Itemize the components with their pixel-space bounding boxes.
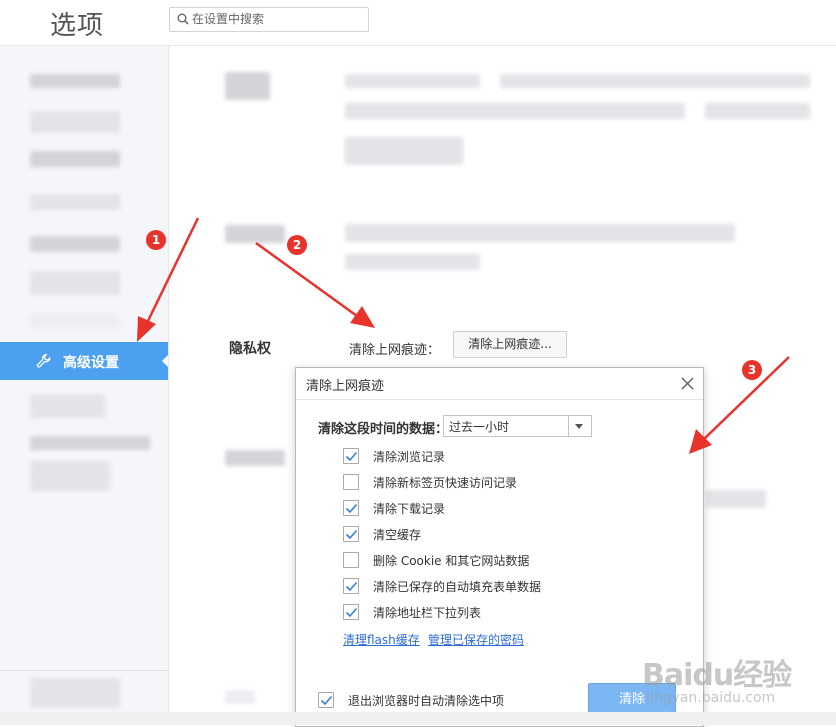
setting-text-blurred [500, 74, 810, 88]
setting-text-blurred [225, 690, 255, 704]
time-range-select[interactable]: 过去一小时 [443, 415, 592, 437]
checkbox[interactable] [343, 500, 359, 516]
option-clear-newtab-records[interactable]: 清除新标签页快速访问记录 [343, 474, 643, 494]
wrench-icon [36, 353, 51, 368]
sidebar-item-blurred[interactable] [30, 394, 105, 418]
setting-label-blurred [225, 450, 285, 466]
sidebar-item-blurred[interactable] [30, 194, 120, 210]
watermark-logo: Baidu经验 [642, 658, 792, 693]
page-title: 选项 [50, 11, 105, 41]
setting-text-blurred [345, 137, 463, 165]
dialog-title-bar: 清除上网痕迹 [296, 368, 703, 400]
option-label: 清除下载记录 [373, 502, 446, 516]
option-label: 清除新标签页快速访问记录 [373, 476, 518, 490]
bottom-scroll-area [0, 712, 836, 725]
sidebar-item-blurred[interactable] [30, 111, 120, 133]
setting-label-blurred [225, 225, 285, 243]
sidebar-item-advanced-settings[interactable]: 高级设置 [0, 342, 168, 380]
chevron-down-icon [575, 424, 583, 429]
sidebar-item-blurred[interactable] [30, 236, 120, 252]
sidebar-item-blurred[interactable] [30, 678, 120, 708]
option-clear-history[interactable]: 清除浏览记录 [343, 448, 643, 468]
arrowhead-step-2 [350, 306, 375, 328]
option-label: 清除已保存的自动填充表单数据 [373, 580, 542, 594]
checkbox[interactable] [343, 448, 359, 464]
check-icon [345, 451, 358, 462]
active-indicator [162, 355, 168, 367]
setting-text-blurred [345, 224, 735, 242]
arrow-step-2 [255, 241, 358, 318]
auto-clear-on-exit[interactable]: 退出浏览器时自动清除选中项 [318, 692, 578, 712]
option-clear-autofill[interactable]: 清除已保存的自动填充表单数据 [343, 578, 643, 598]
time-range-value: 过去一小时 [449, 420, 510, 434]
check-icon [345, 503, 358, 514]
option-clear-cache[interactable]: 清空缓存 [343, 526, 643, 546]
sidebar-item-blurred[interactable] [30, 461, 110, 491]
option-label: 清除浏览记录 [373, 450, 446, 464]
setting-text-blurred [345, 254, 480, 270]
option-delete-cookies[interactable]: 删除 Cookie 和其它网站数据 [343, 552, 643, 572]
clear-trace-label: 清除上网痕迹： [349, 343, 441, 358]
search-box[interactable] [169, 7, 369, 32]
search-input[interactable] [192, 10, 362, 28]
watermark-url: jingyan.baidu.com [646, 690, 776, 706]
setting-label-blurred [225, 72, 270, 100]
sidebar-item-blurred[interactable] [30, 271, 120, 295]
step-badge-2: 2 [287, 235, 307, 255]
auto-clear-label: 退出浏览器时自动清除选中项 [348, 694, 505, 708]
checkbox[interactable] [343, 526, 359, 542]
close-icon[interactable] [681, 377, 694, 390]
option-clear-downloads[interactable]: 清除下载记录 [343, 500, 643, 520]
checkbox[interactable] [343, 604, 359, 620]
option-label: 删除 Cookie 和其它网站数据 [373, 554, 530, 568]
search-icon [177, 13, 189, 25]
setting-text-blurred [345, 74, 480, 88]
manage-passwords-link[interactable]: 管理已保存的密码 [428, 631, 524, 648]
step-badge-1: 1 [146, 230, 166, 250]
sidebar-item-blurred[interactable] [30, 74, 120, 88]
clear-trace-button[interactable]: 清除上网痕迹... [453, 331, 567, 358]
checkbox[interactable] [318, 692, 334, 708]
checkbox[interactable] [343, 474, 359, 490]
sidebar-item-label: 高级设置 [63, 355, 119, 371]
top-header: 选项 [0, 0, 836, 46]
option-label: 清除地址栏下拉列表 [373, 606, 482, 620]
check-icon [345, 607, 358, 618]
dropdown-button[interactable] [568, 416, 591, 436]
checkbox[interactable] [343, 578, 359, 594]
sidebar: 高级设置 [0, 46, 169, 725]
dialog-title: 清除上网痕迹 [306, 379, 385, 394]
option-label: 清空缓存 [373, 528, 422, 542]
sidebar-item-blurred[interactable] [30, 314, 120, 328]
sidebar-item-blurred[interactable] [30, 151, 120, 167]
setting-text-blurred [706, 490, 766, 508]
sidebar-divider [0, 670, 168, 671]
checkbox[interactable] [343, 552, 359, 568]
step-badge-3: 3 [742, 360, 762, 380]
check-icon [320, 695, 333, 706]
check-icon [345, 529, 358, 540]
check-icon [345, 581, 358, 592]
setting-text-blurred [345, 103, 685, 119]
time-range-label: 清除这段时间的数据： [318, 422, 449, 437]
baidu-watermark: Baidu经验 jingyan.baidu.com [642, 650, 832, 720]
sidebar-item-blurred[interactable] [30, 436, 150, 450]
setting-text-blurred [705, 103, 810, 119]
privacy-section-label: 隐私权 [229, 341, 271, 357]
option-clear-address-bar[interactable]: 清除地址栏下拉列表 [343, 604, 643, 624]
clean-flash-cache-link[interactable]: 清理flash缓存 [343, 631, 420, 648]
